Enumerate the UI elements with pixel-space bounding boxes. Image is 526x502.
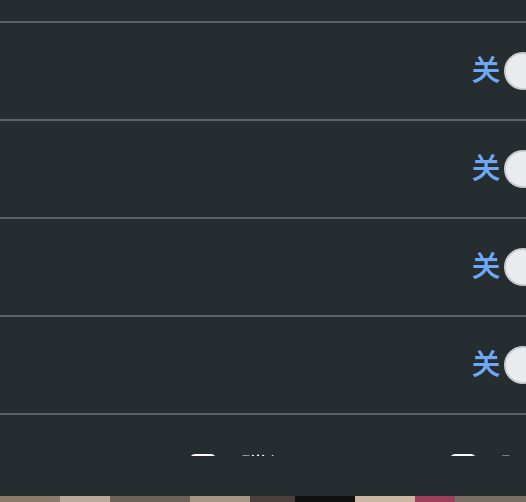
storage-option-label: 阿: [500, 447, 526, 456]
background-image-strip: [0, 496, 526, 502]
toggle-state-label: 关: [471, 250, 500, 283]
toggle-switch[interactable]: [504, 346, 526, 384]
divider: [0, 413, 526, 415]
setting-row-4: 关: [0, 317, 526, 413]
toggle-switch[interactable]: [504, 248, 526, 286]
storage-option-second[interactable]: 阿: [450, 452, 526, 456]
storage-option-tencent-cos[interactable]: 腾讯云COS: [190, 452, 383, 456]
checkbox[interactable]: [190, 454, 216, 456]
storage-options-clip: 腾讯云COS 阿: [0, 416, 526, 456]
toggle-state-label: 关: [471, 152, 500, 185]
checkbox[interactable]: [450, 454, 476, 456]
toggle-state-label: 关: [471, 54, 500, 87]
setting-row-1: 关: [0, 23, 526, 119]
setting-row-3: 关: [0, 219, 526, 315]
toggle-switch[interactable]: [504, 150, 526, 188]
storage-options: 腾讯云COS 阿: [0, 416, 526, 496]
settings-page: 关 关 关 关 腾讯云COS 阿: [0, 0, 526, 502]
storage-option-label: 腾讯云COS: [240, 447, 383, 456]
setting-row-2: 关: [0, 121, 526, 217]
toggle-state-label: 关: [471, 348, 500, 381]
toggle-switch[interactable]: [504, 52, 526, 90]
